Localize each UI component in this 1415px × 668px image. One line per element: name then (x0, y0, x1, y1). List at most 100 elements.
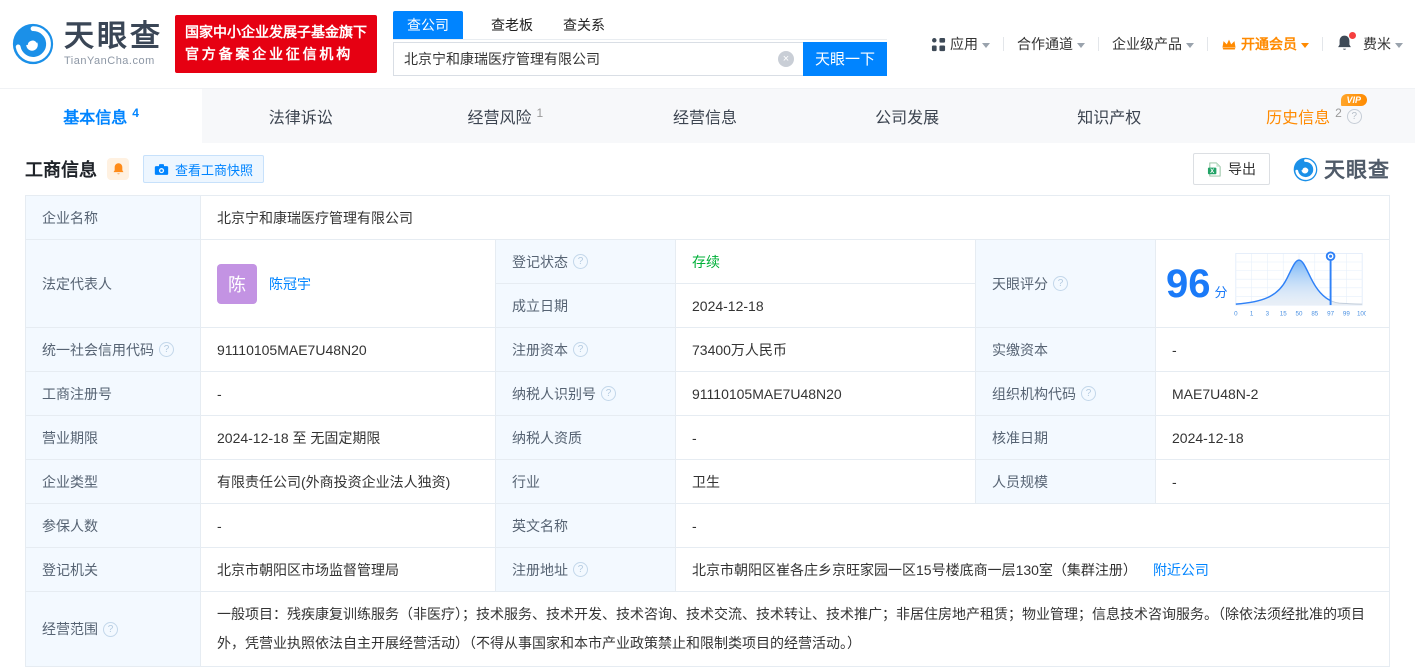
camera-icon (154, 163, 169, 176)
help-icon[interactable]: ? (573, 254, 588, 269)
field-label-insured-count: 参保人数 (26, 504, 201, 548)
search-button[interactable]: 天眼一下 (803, 42, 887, 76)
help-icon[interactable]: ? (601, 386, 616, 401)
field-value-org-code: MAE7U48N-2 (1156, 372, 1390, 416)
svg-text:85: 85 (1311, 310, 1318, 317)
field-value-approval-date: 2024-12-18 (1156, 416, 1390, 460)
field-value-insured-count: - (201, 504, 496, 548)
svg-text:X: X (1210, 167, 1214, 174)
nav-apps[interactable]: 应用 (931, 34, 990, 54)
view-snapshot-button[interactable]: 查看工商快照 (143, 155, 264, 183)
field-label-english-name: 英文名称 (496, 504, 676, 548)
tab-count: 4 (132, 106, 139, 120)
crown-icon (1221, 37, 1237, 51)
snapshot-button-label: 查看工商快照 (175, 160, 253, 179)
business-info-table: 企业名称 北京宁和康瑞医疗管理有限公司 法定代表人 陈 陈冠宇 登记状态? 存续… (25, 195, 1390, 667)
tab-count: 2 (1335, 106, 1342, 120)
nav-partner-label: 合作通道 (1017, 34, 1073, 54)
chevron-down-icon (1186, 43, 1194, 48)
field-value-reg-authority: 北京市朝阳区市场监督管理局 (201, 548, 496, 592)
top-header: 天眼查 TianYanCha.com 国家中小企业发展子基金旗下 官方备案企业征… (0, 0, 1415, 88)
notifications-bell[interactable] (1336, 34, 1353, 55)
tab-company-development[interactable]: 公司发展 (809, 89, 1011, 143)
tianyancha-logo-icon (10, 21, 56, 67)
field-label-org-code: 组织机构代码? (976, 372, 1156, 416)
search-tab-relation[interactable]: 查关系 (561, 11, 607, 39)
clear-search-icon[interactable]: × (778, 51, 794, 67)
svg-text:97: 97 (1327, 310, 1334, 317)
nav-open-vip[interactable]: 开通会员 (1221, 34, 1309, 54)
help-icon[interactable]: ? (159, 342, 174, 357)
tab-label: 法律诉讼 (269, 104, 333, 128)
field-label-tianyan-score: 天眼评分? (976, 240, 1156, 328)
gov-badge-line2: 官方备案企业征信机构 (185, 44, 367, 66)
field-label-reg-status: 登记状态? (496, 240, 676, 284)
nav-enterprise-products[interactable]: 企业级产品 (1112, 34, 1194, 54)
tab-label: 经营信息 (673, 104, 737, 128)
nav-partner-channel[interactable]: 合作通道 (1017, 34, 1085, 54)
tab-legal-litigation[interactable]: 法律诉讼 (202, 89, 404, 143)
tianyancha-watermark: 天眼查 (1292, 154, 1390, 184)
field-label-business-scope: 经营范围? (26, 592, 201, 667)
search-area: 查公司 查老板 查关系 × 天眼一下 (393, 13, 887, 76)
logo-domain: TianYanCha.com (64, 55, 163, 67)
field-value-company-type: 有限责任公司(外商投资企业法人独资) (201, 460, 496, 504)
help-icon[interactable]: ? (1347, 109, 1362, 124)
field-label-legal-rep: 法定代表人 (26, 240, 201, 328)
field-value-reg-no: - (201, 372, 496, 416)
legal-rep-link[interactable]: 陈冠宇 (269, 274, 311, 294)
field-value-english-name: - (676, 504, 1390, 548)
field-label-company-name: 企业名称 (26, 196, 201, 240)
field-label-company-type: 企业类型 (26, 460, 201, 504)
field-value-establish-date: 2024-12-18 (676, 284, 976, 328)
help-icon[interactable]: ? (573, 342, 588, 357)
tianyancha-logo-icon (1292, 156, 1319, 183)
nav-vip-label: 开通会员 (1241, 34, 1297, 54)
tab-label: 知识产权 (1077, 104, 1141, 128)
field-value-business-scope: 一般项目：残疾康复训练服务（非医疗）；技术服务、技术开发、技术咨询、技术交流、技… (201, 592, 1390, 667)
tab-basic-info[interactable]: 基本信息 4 (0, 89, 202, 143)
tab-operation-risk[interactable]: 经营风险 1 (404, 89, 606, 143)
field-label-approval-date: 核准日期 (976, 416, 1156, 460)
top-nav: 应用 合作通道 企业级产品 开通会员 (931, 34, 1403, 55)
score-unit: 分 (1215, 282, 1228, 301)
nav-enterprise-label: 企业级产品 (1112, 34, 1182, 54)
tab-operation-info[interactable]: 经营信息 (606, 89, 808, 143)
field-value-taxpayer-qualification: - (676, 416, 976, 460)
field-value-paid-capital: - (1156, 328, 1390, 372)
field-value-staff-size: - (1156, 460, 1390, 504)
tab-label: 基本信息 (63, 104, 127, 128)
search-tab-company[interactable]: 查公司 (393, 11, 463, 39)
bell-icon (112, 162, 125, 176)
tab-label: 经营风险 (468, 104, 532, 128)
excel-icon: X (1207, 162, 1222, 177)
help-icon[interactable]: ? (573, 562, 588, 577)
search-input[interactable] (393, 42, 803, 76)
help-icon[interactable]: ? (1081, 386, 1096, 401)
field-label-taxpayer-qualification: 纳税人资质 (496, 416, 676, 460)
nav-user-menu[interactable]: 费米 (1363, 34, 1403, 54)
field-label-uscc: 统一社会信用代码? (26, 328, 201, 372)
field-value-legal-rep: 陈 陈冠宇 (201, 240, 496, 328)
monitor-bell-button[interactable] (107, 158, 129, 180)
vip-badge: VIP (1341, 94, 1367, 106)
search-tab-boss[interactable]: 查老板 (489, 11, 535, 39)
export-button-label: 导出 (1228, 159, 1256, 179)
business-info-toolbar: 工商信息 查看工商快照 X 导出 (0, 143, 1415, 195)
export-button[interactable]: X 导出 (1193, 153, 1270, 185)
help-icon[interactable]: ? (103, 622, 118, 637)
nav-divider (1207, 37, 1208, 51)
field-label-taxpayer-id: 纳税人识别号? (496, 372, 676, 416)
tab-history-info[interactable]: VIP 历史信息 2 ? (1213, 89, 1415, 143)
nav-apps-label: 应用 (950, 34, 978, 54)
legal-rep-avatar[interactable]: 陈 (217, 264, 257, 304)
field-label-establish-date: 成立日期 (496, 284, 676, 328)
help-icon[interactable]: ? (1053, 276, 1068, 291)
apps-grid-icon (931, 37, 946, 52)
field-value-tianyan-score: 96 分 0 1 3 (1156, 240, 1390, 328)
svg-text:3: 3 (1265, 310, 1269, 317)
tianyancha-logo[interactable]: 天眼查 TianYanCha.com (10, 21, 163, 67)
nearby-companies-link[interactable]: 附近公司 (1153, 560, 1209, 580)
notification-dot (1349, 32, 1356, 39)
tab-intellectual-property[interactable]: 知识产权 (1011, 89, 1213, 143)
